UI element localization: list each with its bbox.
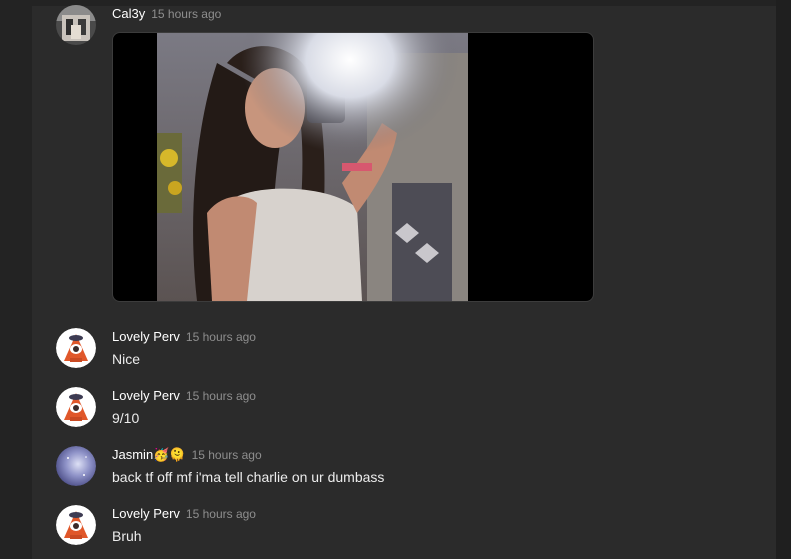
triangle-mascot-avatar-icon[interactable] [56, 328, 96, 368]
mirror-selfie-image [157, 33, 468, 301]
author-name[interactable]: Lovely Perv [112, 329, 180, 344]
triangle-mascot-avatar-icon[interactable] [56, 387, 96, 427]
message-header: Cal3y 15 hours ago [112, 5, 221, 23]
timestamp: 15 hours ago [185, 507, 256, 521]
triangle-mascot-avatar-icon[interactable] [56, 505, 96, 545]
author-name[interactable]: Jasmin🥳🫠 [112, 447, 186, 462]
message-header: Lovely Perv 15 hours ago [112, 328, 256, 346]
timestamp: 15 hours ago [151, 7, 222, 21]
user-avatar-photo-icon[interactable] [56, 5, 96, 45]
timestamp: 15 hours ago [185, 389, 256, 403]
timestamp: 15 hours ago [191, 448, 262, 462]
message-text: Nice [112, 351, 141, 367]
message-header: Lovely Perv 15 hours ago [112, 505, 256, 523]
message-text: Bruh [112, 528, 142, 544]
message-header: Jasmin🥳🫠 15 hours ago [112, 446, 262, 464]
galaxy-avatar-icon[interactable] [56, 446, 96, 486]
timestamp: 15 hours ago [185, 330, 256, 344]
author-name[interactable]: Lovely Perv [112, 506, 180, 521]
scrollbar-track[interactable] [776, 0, 791, 559]
author-name[interactable]: Lovely Perv [112, 388, 180, 403]
author-name[interactable]: Cal3y [112, 6, 145, 21]
message-text: back tf off mf i'ma tell charlie on ur d… [112, 469, 385, 485]
image-attachment[interactable] [112, 32, 594, 302]
message-text: 9/10 [112, 410, 140, 426]
message-header: Lovely Perv 15 hours ago [112, 387, 256, 405]
